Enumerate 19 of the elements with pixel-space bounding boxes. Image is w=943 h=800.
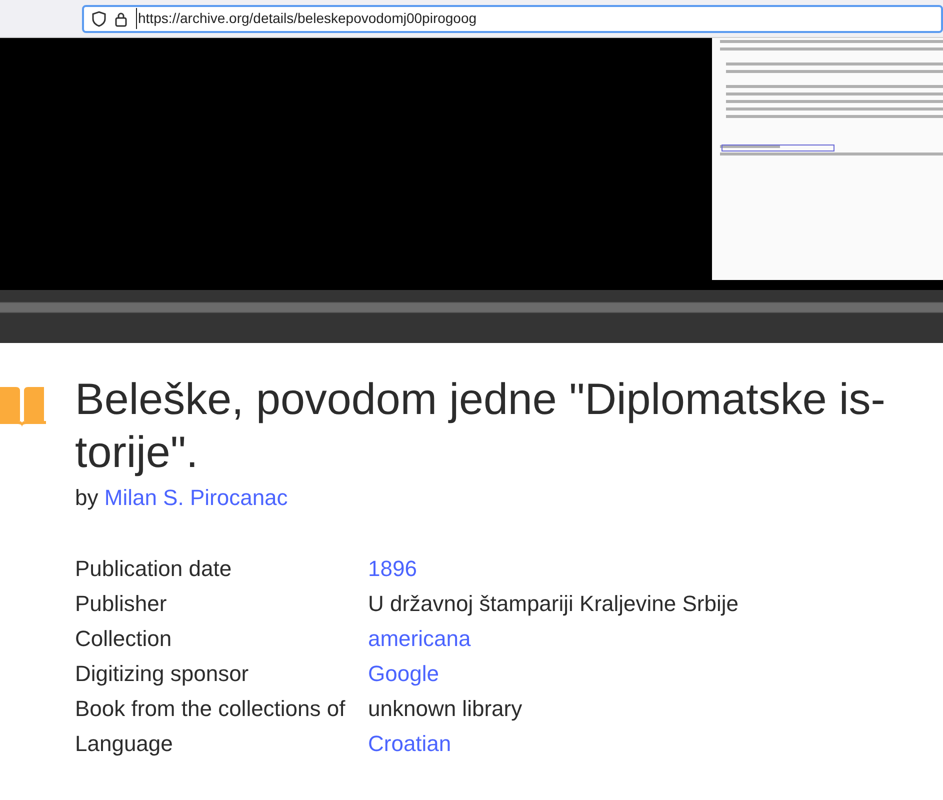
metadata-link[interactable]: Croatian: [368, 726, 452, 761]
metadata-label: Digitizing sponsor: [75, 660, 250, 688]
metadata-label: Collection: [75, 625, 173, 653]
shield-icon: [92, 10, 106, 26]
metadata-value: U državnoj štampariji Kraljevine Srbije: [368, 590, 738, 618]
author-link[interactable]: Milan S. Pirocanac: [104, 485, 288, 510]
metadata-label: Book from the collections of: [75, 695, 346, 723]
metadata-label: Publication date: [75, 555, 233, 583]
metadata-label: Language: [75, 730, 174, 758]
metadata-value: unknown library: [368, 695, 522, 723]
lock-icon: [114, 10, 128, 26]
metadata-link[interactable]: Google: [368, 656, 439, 691]
metadata-link[interactable]: americana: [368, 621, 471, 656]
url-text: https://archive.org/details/beleskepovodomj00pirogoog: [136, 8, 477, 29]
metadata-link[interactable]: 1896: [368, 551, 417, 586]
address-bar[interactable]: https://archive.org/details/beleskepovodomj00pirogoog: [82, 4, 943, 32]
by-label: by: [75, 485, 98, 510]
book-title: Beleške, povodom jedne "Diplomatske is-torije".: [75, 374, 886, 479]
metadata-label: Publisher: [75, 590, 168, 618]
